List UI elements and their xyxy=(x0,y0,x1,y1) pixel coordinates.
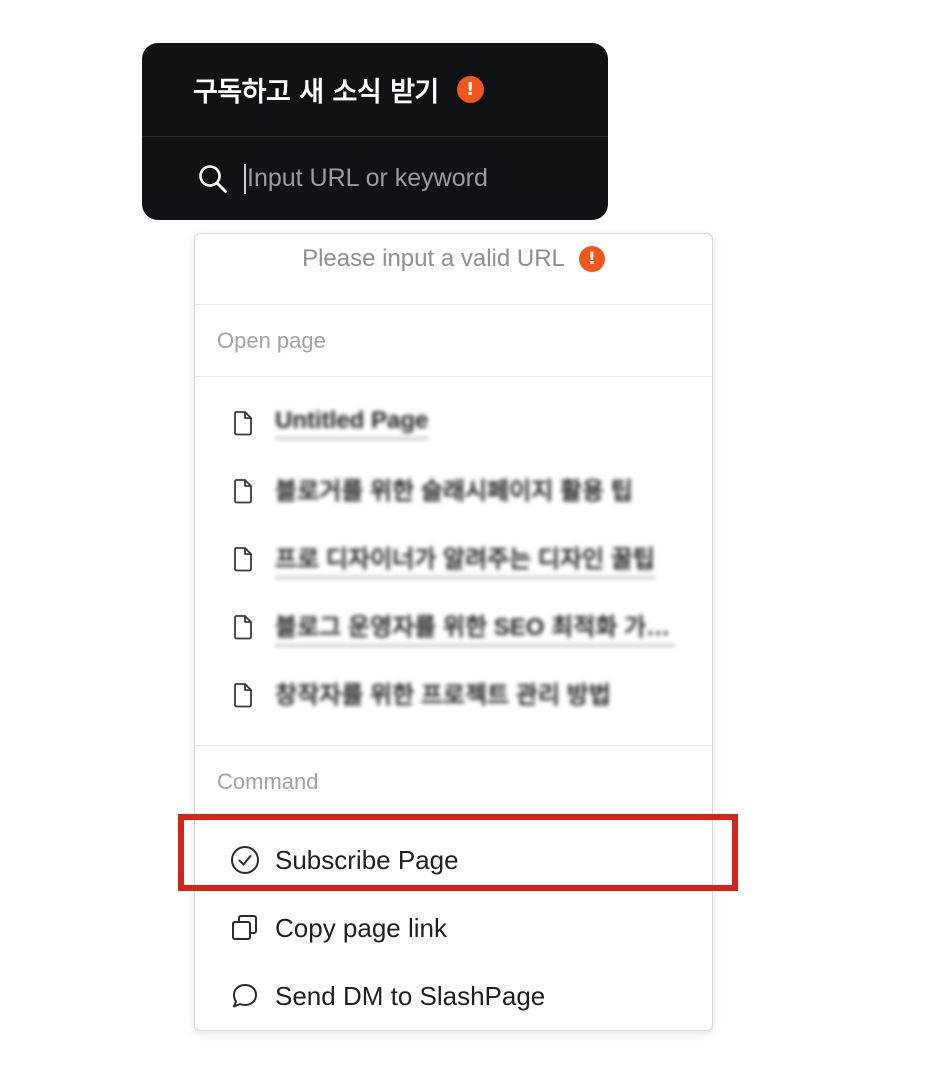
search-input[interactable] xyxy=(247,164,547,193)
warning-text: Please input a valid URL xyxy=(302,245,565,272)
document-icon xyxy=(234,411,252,436)
command-label-text: Send DM to SlashPage xyxy=(275,980,546,1011)
page-list: Untitled Page 블로거를 위한 슬래시페이지 활용 팁 프로 디자이… xyxy=(195,377,712,746)
document-icon xyxy=(234,615,252,640)
subscribe-page-command[interactable]: Subscribe Page xyxy=(195,826,712,894)
page-item-4[interactable]: 블로그 운영자를 위한 SEO 최적화 가이드 xyxy=(195,593,712,661)
copy-page-link-command[interactable]: Copy page link xyxy=(195,894,712,962)
check-circle-icon xyxy=(231,846,259,874)
command-label-text: Subscribe Page xyxy=(275,844,459,875)
page-item-1[interactable]: Untitled Page xyxy=(195,389,712,457)
document-icon xyxy=(234,683,252,708)
text-caret xyxy=(244,163,246,194)
command-label-text: Copy page link xyxy=(275,912,447,943)
command-list: Subscribe Page Copy page link Send DM to… xyxy=(195,818,712,1030)
open-page-label: Open page xyxy=(195,305,712,377)
subscribe-header: 구독하고 새 소식 받기 ! xyxy=(142,43,608,137)
subscribe-card: 구독하고 새 소식 받기 ! xyxy=(142,43,608,220)
page-title: 창작자를 위한 프로젝트 관리 방법 xyxy=(275,682,611,709)
subscribe-title: 구독하고 새 소식 받기 xyxy=(193,77,439,108)
page-item-2[interactable]: 블로거를 위한 슬래시페이지 활용 팁 xyxy=(195,457,712,525)
validation-warning: Please input a valid URL ! xyxy=(195,234,712,305)
search-icon xyxy=(199,164,227,193)
page-title: 프로 디자이너가 알려주는 디자인 꿀팁 xyxy=(275,539,655,579)
command-dropdown: Please input a valid URL ! Open page Unt… xyxy=(194,233,713,1031)
page-item-5[interactable]: 창작자를 위한 프로젝트 관리 방법 xyxy=(195,661,712,729)
page-title: Untitled Page xyxy=(275,407,429,440)
page-item-3[interactable]: 프로 디자이너가 알려주는 디자인 꿀팁 xyxy=(195,525,712,593)
command-label: Command xyxy=(195,746,712,818)
document-icon xyxy=(234,479,252,504)
alert-icon: ! xyxy=(456,76,484,103)
page-title: 블로그 운영자를 위한 SEO 최적화 가이드 xyxy=(275,607,675,647)
document-icon xyxy=(234,547,252,572)
warning-alert-icon: ! xyxy=(578,246,605,272)
search-bar[interactable] xyxy=(142,137,608,220)
page-title: 블로거를 위한 슬래시페이지 활용 팁 xyxy=(275,478,633,505)
send-dm-command[interactable]: Send DM to SlashPage xyxy=(195,962,712,1030)
copy-icon xyxy=(232,915,257,940)
message-bubble-icon xyxy=(233,984,257,1008)
